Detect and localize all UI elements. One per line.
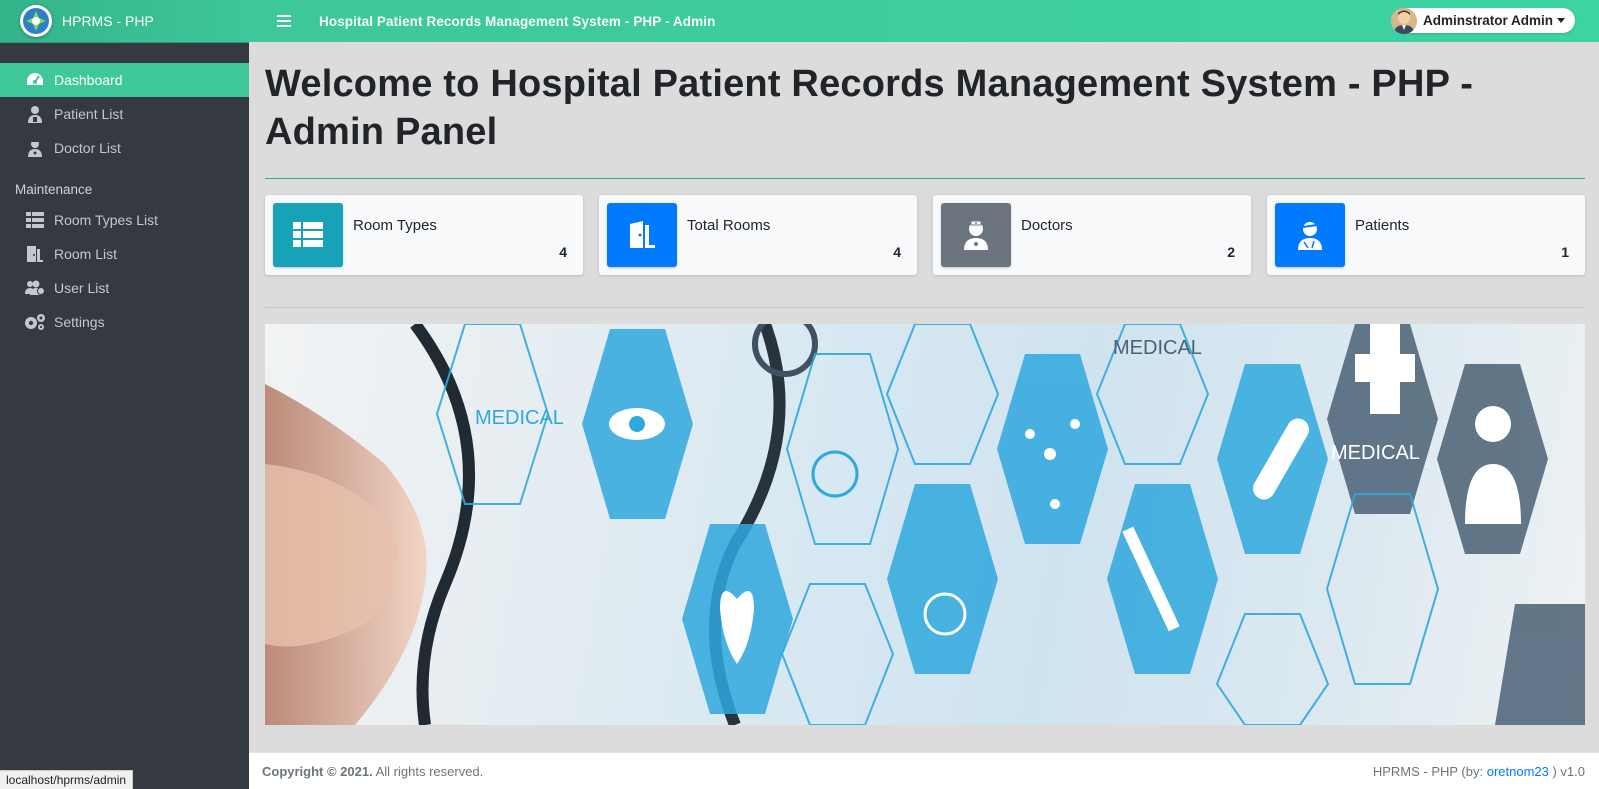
- author-link[interactable]: oretnom23: [1487, 764, 1549, 779]
- hamburger-icon: [277, 15, 291, 27]
- user-name: Adminstrator Admin: [1422, 13, 1553, 28]
- page-title: Welcome to Hospital Patient Records Mana…: [265, 63, 1474, 153]
- info-box-label: Patients: [1355, 217, 1410, 234]
- info-box-patients: Patients 1: [1267, 195, 1585, 275]
- sidebar-item-room-types-list[interactable]: Room Types List: [0, 203, 249, 237]
- sidebar-item-label: Room Types List: [54, 212, 159, 228]
- footer-credit-prefix: HPRMS - PHP (by:: [1372, 763, 1487, 779]
- banner-text: MEDICAL: [1113, 337, 1202, 359]
- browser-status-url: localhost/hprms/admin: [0, 770, 134, 789]
- patient-icon: [24, 104, 46, 124]
- doctor-icon: [941, 203, 1011, 267]
- banner-text: MEDICAL: [475, 407, 564, 429]
- patient-injured-icon: [1275, 203, 1345, 267]
- info-box-value: 2: [1227, 244, 1235, 260]
- sidebar-item-label: Settings: [54, 314, 105, 330]
- info-box-doctors: Doctors 2: [933, 195, 1251, 275]
- sidebar-item-label: Room List: [54, 246, 118, 262]
- brand-name: HPRMS - PHP: [62, 13, 154, 29]
- brand-logo-icon: [20, 5, 52, 37]
- footer-rights: All rights reserved.: [375, 763, 484, 779]
- info-box-value: 1: [1561, 244, 1569, 260]
- info-box-room-types: Room Types 4: [265, 195, 583, 275]
- cogs-icon: [24, 312, 46, 332]
- footer-copyright: Copyright © 2021. All rights reserved.: [262, 764, 483, 779]
- menu-toggle-button[interactable]: [273, 12, 295, 30]
- top-title: Hospital Patient Records Management Syst…: [319, 13, 716, 29]
- sidebar-item-label: User List: [54, 280, 110, 296]
- doctor-icon: [24, 138, 46, 158]
- door-open-icon: [607, 203, 677, 267]
- door-icon: [24, 244, 46, 264]
- medical-banner-image: MEDICAL MEDICAL MEDICAL: [265, 324, 1585, 725]
- title-divider: [265, 178, 1585, 179]
- info-box-label: Total Rooms: [687, 217, 771, 234]
- sidebar-item-room-list[interactable]: Room List: [0, 237, 249, 271]
- medical-hexagon-illustration: MEDICAL MEDICAL MEDICAL: [265, 324, 1585, 725]
- table-list-icon: [24, 210, 46, 230]
- avatar: [1390, 7, 1417, 34]
- sidebar: HPRMS - PHP Dashboard Patient List Docto…: [0, 0, 249, 789]
- footer-copyright-year: Copyright © 2021.: [262, 763, 373, 779]
- brand-link[interactable]: HPRMS - PHP: [0, 0, 249, 43]
- sidebar-header-maintenance: Maintenance: [15, 182, 93, 197]
- info-box-value: 4: [559, 244, 567, 260]
- section-divider: [265, 307, 1585, 308]
- info-box-total-rooms: Total Rooms 4: [599, 195, 917, 275]
- sidebar-item-label: Dashboard: [54, 72, 123, 88]
- sidebar-item-user-list[interactable]: User List: [0, 271, 249, 305]
- top-navbar: Hospital Patient Records Management Syst…: [249, 0, 1599, 42]
- sidebar-item-settings[interactable]: Settings: [0, 305, 249, 339]
- chevron-down-icon: [1557, 18, 1565, 23]
- sidebar-nav: Dashboard Patient List Doctor List Maint…: [0, 63, 249, 339]
- sidebar-item-patient-list[interactable]: Patient List: [0, 97, 249, 131]
- dashboard-gauge-icon: [24, 70, 46, 90]
- user-menu-dropdown[interactable]: Adminstrator Admin: [1390, 7, 1575, 34]
- footer-credit: HPRMS - PHP (by: oretnom23 ) v1.0: [1373, 764, 1585, 779]
- sidebar-item-label: Doctor List: [54, 140, 121, 156]
- footer: Copyright © 2021. All rights reserved. H…: [249, 752, 1599, 789]
- info-box-label: Room Types: [353, 217, 437, 234]
- sidebar-item-dashboard[interactable]: Dashboard: [0, 63, 249, 97]
- banner-text: MEDICAL: [1331, 442, 1420, 464]
- users-icon: [24, 278, 46, 298]
- info-box-value: 4: [893, 244, 901, 260]
- footer-credit-suffix: ) v1.0: [1548, 763, 1585, 779]
- main-content: Welcome to Hospital Patient Records Mana…: [265, 42, 1585, 725]
- sidebar-item-label: Patient List: [54, 106, 124, 122]
- info-box-row: Room Types 4 Total Rooms 4 Doctors 2 Pat…: [265, 195, 1585, 275]
- table-list-icon: [273, 203, 343, 267]
- info-box-label: Doctors: [1021, 217, 1073, 234]
- sidebar-item-doctor-list[interactable]: Doctor List: [0, 131, 249, 165]
